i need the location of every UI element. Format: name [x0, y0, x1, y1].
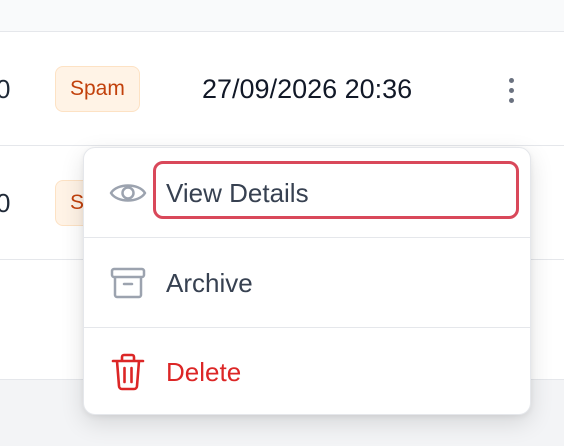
menu-item-archive[interactable]: Archive [84, 238, 530, 327]
kebab-dot-icon [508, 97, 514, 103]
menu-item-label: View Details [166, 177, 309, 208]
eye-icon [109, 174, 147, 212]
table-header [0, 0, 564, 32]
archive-box-icon [109, 264, 147, 302]
kebab-dot-icon [508, 77, 514, 83]
menu-item-delete[interactable]: Delete [84, 328, 530, 414]
menu-item-view-details[interactable]: View Details [84, 148, 530, 237]
count-cell: 0 [0, 188, 11, 218]
status-badge: Spam [55, 66, 140, 112]
count-cell: 0 [0, 74, 11, 104]
menu-item-label: Delete [166, 357, 242, 387]
timestamp-cell: 27/09/2026 20:36 [202, 74, 413, 104]
menu-item-label: Archive [166, 267, 253, 298]
kebab-dot-icon [508, 87, 514, 93]
table-row[interactable]: 0 Spam 27/09/2026 20:36 [0, 32, 564, 146]
row-actions-menu: View Details Archive Delete [83, 147, 531, 415]
trash-icon [109, 353, 147, 391]
row-actions-button[interactable] [496, 70, 526, 110]
